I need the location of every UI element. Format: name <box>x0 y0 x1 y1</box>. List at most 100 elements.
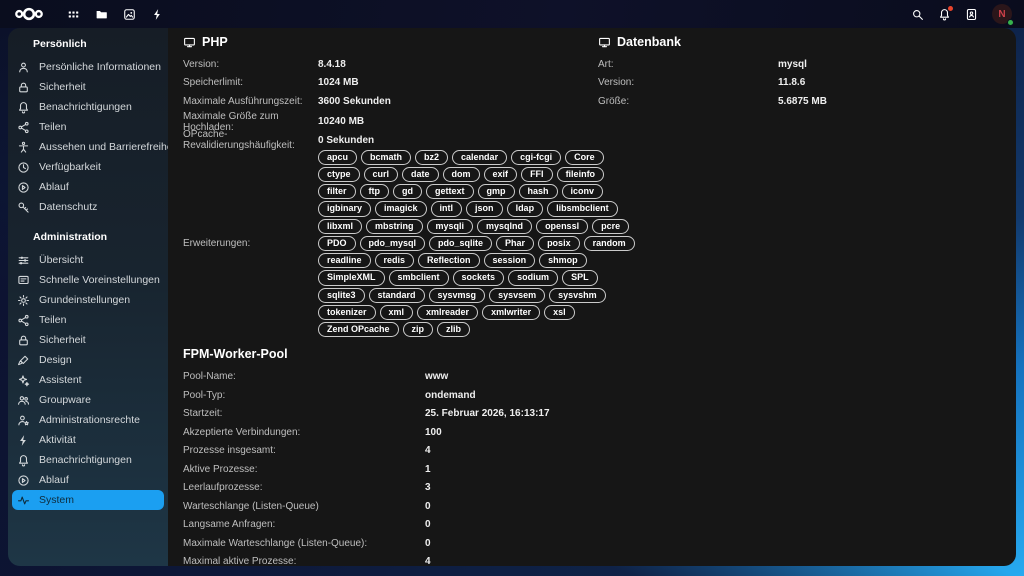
preset-icon <box>17 274 30 287</box>
files-icon[interactable] <box>95 8 108 21</box>
database-info-rows: Art:mysqlVersion:11.8.6Größe:5.6875 MB <box>598 55 1006 111</box>
sidebar-item-label: System <box>39 494 74 506</box>
row-label: Art: <box>598 59 778 70</box>
extension-pill: Reflection <box>418 253 480 268</box>
topbar-right: N <box>911 4 1012 24</box>
dashboard-icon[interactable] <box>67 8 80 21</box>
database-section-title: Datenbank <box>598 34 1006 50</box>
row-value: ondemand <box>425 390 598 401</box>
contacts-icon[interactable] <box>965 8 978 21</box>
sidebar-item-design[interactable]: Design <box>12 350 164 370</box>
extension-pill: gd <box>393 184 422 199</box>
sidebar-item-datenschutz[interactable]: Datenschutz <box>12 197 164 217</box>
extension-pill: readline <box>318 253 371 268</box>
sidebar-item-sicherheit[interactable]: Sicherheit <box>12 330 164 350</box>
row-label: Pool-Name: <box>183 371 425 382</box>
sidebar-item-label: Ablauf <box>39 181 69 193</box>
extension-pill: gettext <box>426 184 474 199</box>
extension-pill: pdo_mysql <box>360 236 426 251</box>
sidebar-item-label: Datenschutz <box>39 201 97 213</box>
extension-pill: filter <box>318 184 356 199</box>
extension-pill: calendar <box>452 150 507 165</box>
avatar[interactable]: N <box>992 4 1012 24</box>
notifications-icon[interactable] <box>938 8 951 21</box>
sidebar-item-ablauf[interactable]: Ablauf <box>12 470 164 490</box>
row-label: Langsame Anfragen: <box>183 519 425 530</box>
sidebar-item-ablauf[interactable]: Ablauf <box>12 177 164 197</box>
row-label: OPcache-Revalidierungshäufigkeit: <box>183 129 318 151</box>
activity-icon[interactable] <box>151 8 164 21</box>
extension-pill: pdo_sqlite <box>429 236 492 251</box>
extension-pill: bz2 <box>415 150 448 165</box>
extension-pill-row: SimpleXMLsmbclientsocketssodiumSPL <box>318 270 635 285</box>
extension-pill: SimpleXML <box>318 270 385 285</box>
sidebar-item-label: Aussehen und Barrierefreiheit <box>39 141 168 153</box>
extension-pill: json <box>466 201 503 216</box>
flow-icon <box>17 181 30 194</box>
extension-pill: xsl <box>544 305 575 320</box>
extension-pill: sysvsem <box>489 288 545 303</box>
fpm-section-title: FPM-Worker-Pool <box>183 346 598 362</box>
sidebar-item-teilen[interactable]: Teilen <box>12 117 164 137</box>
clock-icon <box>17 161 30 174</box>
row-value: 0 <box>425 519 598 530</box>
row-value: www <box>425 371 598 382</box>
gear-icon <box>17 294 30 307</box>
extension-pill: xmlreader <box>417 305 478 320</box>
flow-icon <box>17 474 30 487</box>
sidebar-item-grundeinstellungen[interactable]: Grundeinstellungen <box>12 290 164 310</box>
row-value: 4 <box>425 556 598 566</box>
sidebar-item-label: Übersicht <box>39 254 83 266</box>
sidebar-item-schnelle-voreinstellungen[interactable]: Schnelle Voreinstellungen <box>12 270 164 290</box>
sidebar-item-persönliche-informationen[interactable]: Persönliche Informationen <box>12 57 164 77</box>
extension-pill-row: sqlite3standardsysvmsgsysvsemsysvshm <box>318 288 635 303</box>
nextcloud-logo-icon[interactable] <box>12 6 46 22</box>
row-value: 3 <box>425 482 598 493</box>
row-value: 5.6875 MB <box>778 96 1006 107</box>
sidebar-item-groupware[interactable]: Groupware <box>12 390 164 410</box>
lock-icon <box>17 334 30 347</box>
sidebar-item-aktivität[interactable]: Aktivität <box>12 430 164 450</box>
row-label: Maximale Warteschlange (Listen-Queue): <box>183 538 425 549</box>
sidebar-item-label: Design <box>39 354 72 366</box>
key-icon <box>17 201 30 214</box>
sidebar-item-label: Schnelle Voreinstellungen <box>39 274 160 286</box>
php-extensions: Erweiterungen: apcubcmathbz2calendarcgi-… <box>183 150 598 338</box>
share-icon <box>17 121 30 134</box>
row-label: Aktive Prozesse: <box>183 464 425 475</box>
sidebar-item-system[interactable]: System <box>12 490 164 510</box>
info-row: Größe:5.6875 MB <box>598 92 1006 111</box>
row-value: 0 <box>425 501 598 512</box>
sidebar-item-verfügbarkeit[interactable]: Verfügbarkeit <box>12 157 164 177</box>
sidebar-item-sicherheit[interactable]: Sicherheit <box>12 77 164 97</box>
sidebar-item-label: Administrationsrechte <box>39 414 140 426</box>
sidebar-item-teilen[interactable]: Teilen <box>12 310 164 330</box>
row-label: Größe: <box>598 96 778 107</box>
row-label: Maximale Ausführungszeit: <box>183 96 318 107</box>
fpm-section: FPM-Worker-Pool Pool-Name:wwwPool-Typ:on… <box>183 346 598 566</box>
sidebar-item-assistent[interactable]: Assistent <box>12 370 164 390</box>
topbar-right-icons <box>911 8 978 21</box>
info-row: Warteschlange (Listen-Queue)0 <box>183 497 598 516</box>
sidebar-item-übersicht[interactable]: Übersicht <box>12 250 164 270</box>
extension-pill-row: libxmlmbstringmysqlimysqlndopensslpcre <box>318 219 635 234</box>
photos-icon[interactable] <box>123 8 136 21</box>
row-label: Maximal aktive Prozesse: <box>183 556 425 566</box>
sidebar-admin-list: Übersicht Schnelle Voreinstellungen Grunde… <box>12 250 164 510</box>
sidebar-item-label: Aktivität <box>39 434 76 446</box>
row-value: 0 <box>425 538 598 549</box>
brush-icon <box>17 354 30 367</box>
row-value: 3600 Sekunden <box>318 96 598 107</box>
sidebar-item-benachrichtigungen[interactable]: Benachrichtigungen <box>12 450 164 470</box>
sidebar-item-label: Sicherheit <box>39 81 86 93</box>
user-icon <box>17 61 30 74</box>
sidebar-item-aussehen-und-barrierefreiheit[interactable]: Aussehen und Barrierefreiheit <box>12 137 164 157</box>
sidebar-caption-personal: Persönlich <box>33 38 164 50</box>
row-value: 8.4.18 <box>318 59 598 70</box>
row-value: 4 <box>425 445 598 456</box>
sidebar-item-administrationsrechte[interactable]: Administrationsrechte <box>12 410 164 430</box>
sidebar-item-benachrichtigungen[interactable]: Benachrichtigungen <box>12 97 164 117</box>
search-icon[interactable] <box>911 8 924 21</box>
info-row: Maximale Ausführungszeit:3600 Sekunden <box>183 92 598 111</box>
extension-pill: xmlwriter <box>482 305 540 320</box>
